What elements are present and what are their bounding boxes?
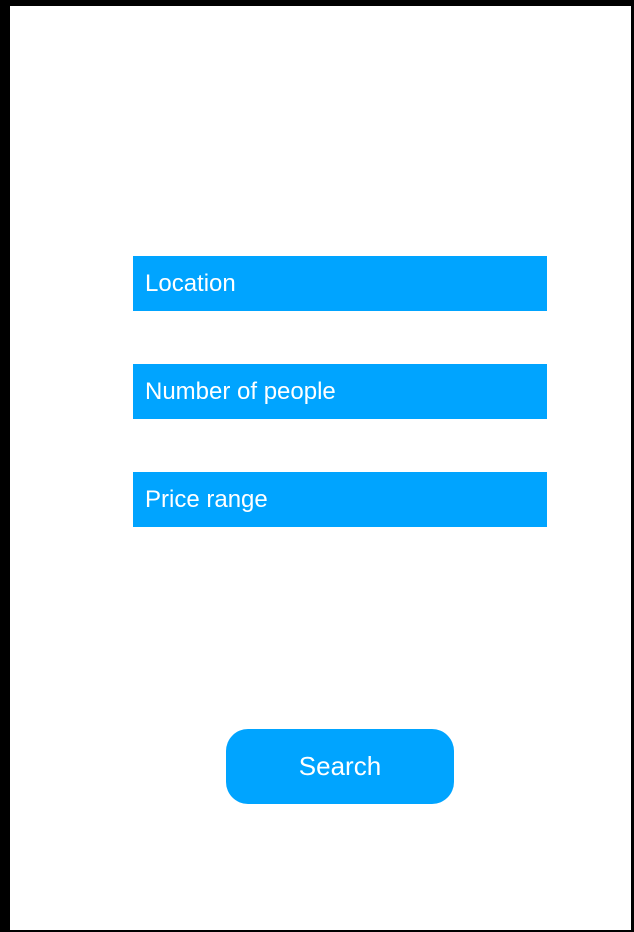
number-of-people-placeholder: Number of people — [145, 377, 336, 405]
location-input[interactable]: Location — [133, 256, 547, 311]
price-range-input[interactable]: Price range — [133, 472, 547, 527]
location-placeholder: Location — [145, 269, 236, 297]
search-button[interactable]: Search — [226, 729, 454, 804]
phone-frame: Location Number of people Price range Se… — [0, 0, 634, 932]
price-range-placeholder: Price range — [145, 485, 268, 513]
search-button-label: Search — [298, 751, 382, 781]
number-of-people-input[interactable]: Number of people — [133, 364, 547, 419]
